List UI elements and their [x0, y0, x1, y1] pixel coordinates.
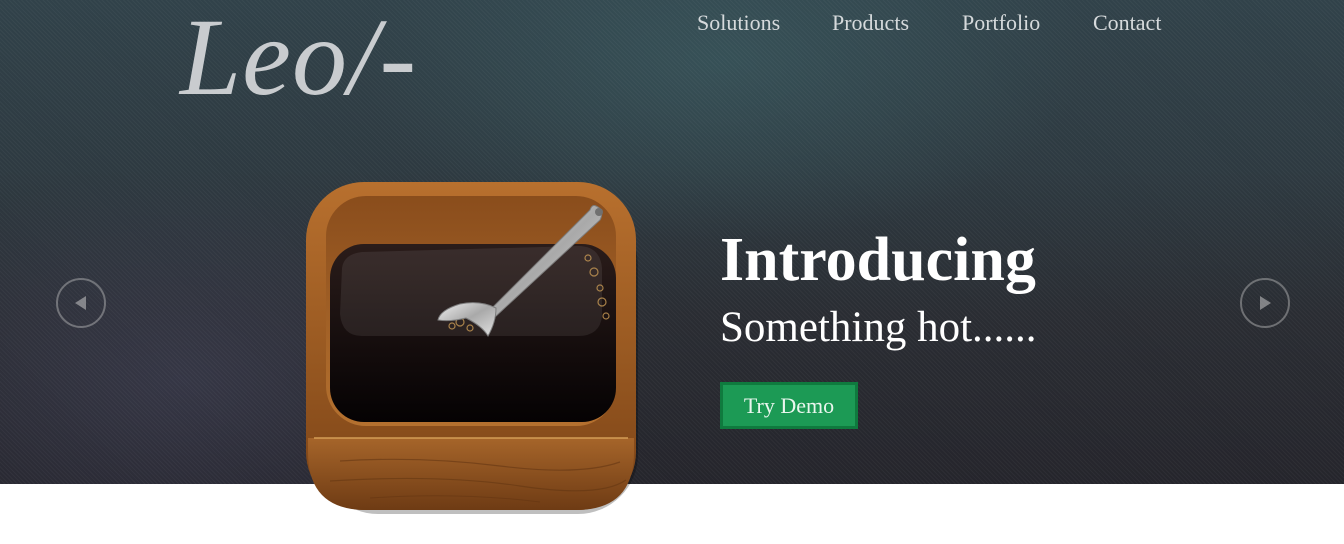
hero-headline: Introducing [720, 226, 1036, 294]
coffee-app-icon [306, 182, 638, 514]
slider-prev-button[interactable] [56, 278, 106, 328]
triangle-right-icon [1260, 296, 1271, 310]
try-demo-button[interactable]: Try Demo [720, 382, 858, 429]
nav-item-products[interactable]: Products [832, 10, 909, 36]
hero-subline: Something hot...... [720, 304, 1037, 351]
nav-item-solutions[interactable]: Solutions [697, 10, 780, 36]
nav-item-contact[interactable]: Contact [1093, 10, 1161, 36]
slider-next-button[interactable] [1240, 278, 1290, 328]
main-nav: Solutions Products Portfolio Contact [0, 10, 1344, 40]
nav-item-portfolio[interactable]: Portfolio [962, 10, 1040, 36]
hero-slider: Leo/- Solutions Products Portfolio Conta… [0, 0, 1344, 484]
triangle-left-icon [75, 296, 86, 310]
